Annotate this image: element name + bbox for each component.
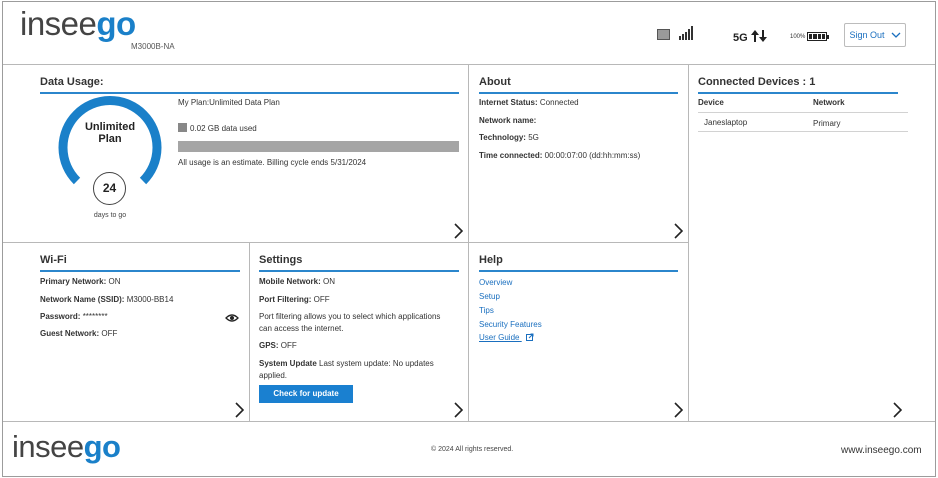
- gps: GPS: OFF: [259, 341, 297, 350]
- ssid: Network Name (SSID): M3000-BB14: [40, 295, 174, 304]
- mobile-network: Mobile Network: ON: [259, 277, 336, 286]
- title-underline: [698, 92, 898, 94]
- billing-note: All usage is an estimate. Billing cycle …: [178, 158, 367, 167]
- device-name: Janeslaptop: [704, 118, 748, 127]
- data-used: 0.02 GB data used: [190, 124, 257, 133]
- divider: [3, 242, 688, 243]
- website-link[interactable]: www.inseego.com: [841, 445, 922, 456]
- network-name: Network name:: [479, 116, 537, 125]
- wifi-title: Wi-Fi: [40, 254, 67, 266]
- usage-bar: [178, 141, 459, 152]
- row-divider: [698, 112, 908, 113]
- divider: [468, 64, 469, 421]
- plan-ring-label: Unlimited Plan: [84, 121, 136, 145]
- my-plan: My Plan:Unlimited Data Plan: [178, 98, 280, 107]
- about-title: About: [479, 76, 511, 88]
- port-filtering-desc-2: can access the internet.: [259, 324, 344, 333]
- title-underline: [259, 270, 459, 272]
- app-frame: [2, 1, 936, 477]
- guest-network: Guest Network: OFF: [40, 329, 118, 338]
- battery-icon: [807, 32, 829, 41]
- help-link-security[interactable]: Security Features: [479, 320, 542, 329]
- sim-icon: [657, 29, 670, 40]
- usage-legend-swatch: [178, 123, 187, 132]
- title-underline: [479, 92, 678, 94]
- password: Password: ********: [40, 312, 108, 321]
- col-network: Network: [813, 98, 845, 107]
- chevron-down-icon: [891, 32, 900, 38]
- days-label: days to go: [93, 212, 127, 219]
- up-down-arrows-icon: [750, 30, 767, 42]
- help-link-setup[interactable]: Setup: [479, 292, 500, 301]
- days-remaining: 24: [93, 172, 126, 205]
- chevron-right-icon[interactable]: [235, 402, 244, 418]
- device-model: M3000B-NA: [131, 42, 175, 51]
- chevron-right-icon[interactable]: [674, 223, 683, 239]
- internet-status: Internet Status: Connected: [479, 98, 579, 107]
- eye-icon[interactable]: [225, 313, 239, 323]
- row-divider: [698, 131, 908, 132]
- help-title: Help: [479, 254, 503, 266]
- connected-devices-title: Connected Devices : 1: [698, 76, 816, 88]
- title-underline: [40, 270, 240, 272]
- chevron-right-icon[interactable]: [893, 402, 902, 418]
- port-filtering: Port Filtering: OFF: [259, 295, 330, 304]
- help-link-tips[interactable]: Tips: [479, 306, 494, 315]
- help-link-overview[interactable]: Overview: [479, 278, 512, 287]
- title-underline: [479, 270, 678, 272]
- system-update-line2: applied.: [259, 371, 288, 380]
- chevron-right-icon[interactable]: [454, 223, 463, 239]
- system-update: System Update Last system update: No upd…: [259, 359, 434, 368]
- device-network: Primary: [813, 119, 841, 128]
- divider: [3, 421, 935, 422]
- divider: [249, 242, 250, 421]
- sign-out-button[interactable]: Sign Out: [844, 23, 906, 47]
- col-device: Device: [698, 98, 724, 107]
- help-link-user-guide[interactable]: User Guide: [479, 333, 534, 342]
- inseego-footer-logo: inseego: [12, 429, 121, 464]
- settings-title: Settings: [259, 254, 303, 266]
- battery-percent: 100%: [790, 34, 806, 40]
- network-indicator: 5G: [733, 30, 767, 44]
- technology: Technology: 5G: [479, 133, 539, 142]
- time-connected: Time connected: 00:00:07:00 (dd:hh:mm:ss…: [479, 151, 641, 160]
- signal-strength-icon: [679, 26, 695, 40]
- inseego-logo: inseego: [20, 5, 136, 42]
- external-link-icon: [525, 333, 534, 341]
- port-filtering-desc-1: Port filtering allows you to select whic…: [259, 312, 441, 321]
- divider: [3, 64, 935, 65]
- data-usage-title: Data Usage:: [40, 76, 104, 88]
- divider: [688, 64, 689, 421]
- check-for-update-button[interactable]: Check for update: [259, 385, 353, 403]
- sign-out-label: Sign Out: [849, 30, 885, 40]
- copyright: © 2024 All rights reserved.: [431, 446, 514, 453]
- chevron-right-icon[interactable]: [674, 402, 683, 418]
- primary-network: Primary Network: ON: [40, 277, 121, 286]
- chevron-right-icon[interactable]: [454, 402, 463, 418]
